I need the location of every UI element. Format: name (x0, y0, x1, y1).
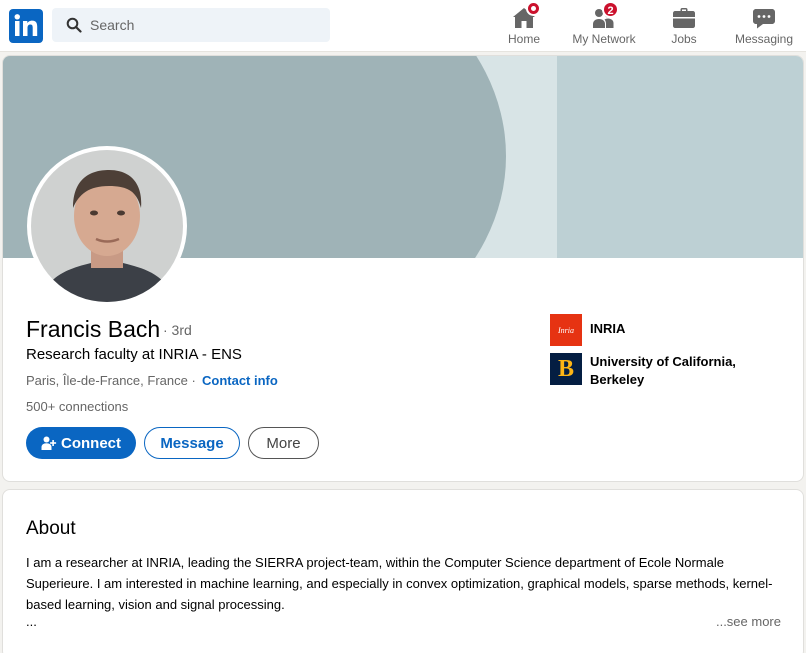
notification-dot-badge (526, 1, 541, 16)
profile-avatar[interactable] (27, 146, 187, 306)
connect-button-label: Connect (61, 434, 121, 452)
about-section: About I am a researcher at INRIA, leadin… (2, 489, 804, 653)
search-icon (66, 17, 82, 38)
nav-jobs[interactable]: Jobs (662, 4, 706, 48)
add-person-icon (41, 436, 57, 450)
profile-card: Francis Bach · 3rd Research faculty at I… (2, 55, 804, 482)
nav-messaging[interactable]: Messaging (731, 4, 797, 48)
nav-my-network-label: My Network (572, 32, 636, 46)
search-bar[interactable] (52, 8, 330, 42)
connection-degree: · 3rd (163, 322, 192, 338)
top-nav: Home 2 My Network Jobs Messaging (0, 0, 806, 52)
org-name: University of California, Berkeley (590, 354, 736, 387)
message-button[interactable]: Message (144, 427, 240, 459)
about-ellipsis: ... (26, 614, 37, 629)
briefcase-icon (673, 8, 695, 28)
org-education[interactable]: B University of California, Berkeley (550, 353, 760, 389)
profile-photo (31, 150, 183, 302)
profile-headline: Research faculty at INRIA - ENS (26, 346, 242, 363)
network-count-badge: 2 (602, 1, 619, 18)
berkeley-logo: B (550, 353, 582, 385)
more-button[interactable]: More (248, 427, 319, 459)
nav-home-label: Home (507, 32, 540, 46)
contact-info-link[interactable]: Contact info (202, 373, 278, 388)
see-more-link[interactable]: ...see more (716, 614, 781, 629)
profile-name: Francis Bach (26, 316, 161, 342)
nav-my-network[interactable]: 2 My Network (568, 1, 640, 48)
nav-home[interactable]: Home (503, 1, 545, 48)
search-input[interactable] (90, 8, 320, 42)
profile-location: Paris, Île-de-France, France · (26, 373, 196, 388)
connections-count: 500+ connections (26, 399, 129, 414)
about-title: About (26, 518, 76, 539)
org-name: INRIA (590, 321, 626, 336)
nav-jobs-label: Jobs (671, 32, 697, 46)
connect-button[interactable]: Connect (26, 427, 136, 459)
linkedin-logo-icon[interactable] (9, 9, 43, 43)
org-current-company[interactable]: Inria INRIA (550, 314, 625, 346)
inria-logo: Inria (550, 314, 582, 346)
about-text: I am a researcher at INRIA, leading the … (26, 555, 773, 612)
nav-messaging-label: Messaging (734, 32, 794, 46)
messaging-icon (753, 9, 775, 29)
